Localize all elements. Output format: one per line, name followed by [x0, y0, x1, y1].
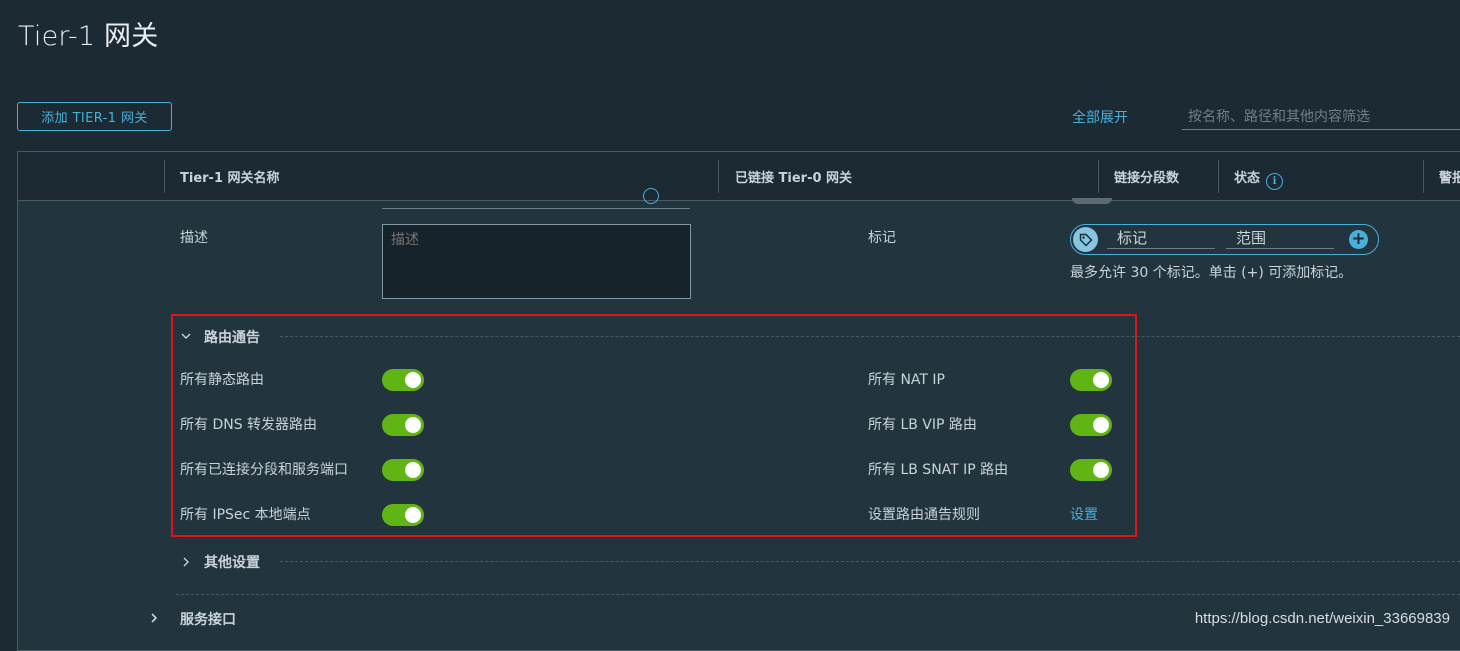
column-separator[interactable]: [164, 160, 165, 193]
route-adv-label: 所有 DNS 转发器路由: [180, 417, 318, 433]
column-header-name[interactable]: Tier-1 网关名称: [180, 167, 280, 186]
route-adv-label: 所有 IPSec 本地端点: [180, 507, 311, 523]
static-routes-toggle[interactable]: [382, 369, 424, 391]
route-adv-label: 所有静态路由: [180, 372, 264, 388]
description-label: 描述: [180, 230, 208, 246]
other-settings-title[interactable]: 其他设置: [204, 552, 260, 572]
filter-input[interactable]: [1182, 104, 1460, 130]
route-adv-rules-label: 设置路由通告规则: [868, 507, 980, 523]
route-advertisement-title[interactable]: 路由通告: [204, 327, 260, 347]
column-separator[interactable]: [1423, 160, 1424, 193]
route-adv-label: 所有 LB SNAT IP 路由: [868, 462, 1009, 478]
chevron-right-icon[interactable]: [181, 557, 191, 567]
scope-input[interactable]: [1226, 227, 1334, 249]
page-title: Tier-1 网关: [18, 21, 159, 52]
column-header-tier0[interactable]: 已链接 Tier-0 网关: [735, 167, 852, 186]
column-header-status[interactable]: 状态 i: [1234, 167, 1284, 190]
column-separator[interactable]: [718, 160, 719, 193]
route-adv-label: 所有 NAT IP: [868, 372, 945, 388]
info-icon[interactable]: i: [1266, 173, 1284, 190]
truncated-toggle[interactable]: [1072, 198, 1112, 204]
column-separator[interactable]: [1098, 160, 1099, 193]
column-separator[interactable]: [1218, 160, 1219, 193]
column-header-status-label: 状态: [1234, 171, 1261, 186]
service-interfaces-title[interactable]: 服务接口: [180, 609, 236, 629]
plus-circle-icon[interactable]: +: [1349, 230, 1368, 249]
ipsec-endpoints-toggle[interactable]: [382, 504, 424, 526]
chevron-right-icon[interactable]: [149, 613, 159, 623]
nat-ip-toggle[interactable]: [1070, 369, 1112, 391]
truncated-info-icon[interactable]: [643, 188, 659, 204]
tags-label: 标记: [868, 230, 896, 246]
truncated-input-field[interactable]: [382, 200, 690, 209]
section-divider: [176, 594, 1460, 595]
watermark: https://blog.csdn.net/weixin_33669839: [1194, 610, 1450, 627]
section-divider: [280, 336, 1460, 337]
connected-segments-toggle[interactable]: [382, 459, 424, 481]
column-header-segments[interactable]: 链接分段数: [1114, 167, 1179, 186]
column-header-alarms[interactable]: 警报: [1439, 167, 1460, 186]
dns-forwarder-routes-toggle[interactable]: [382, 414, 424, 436]
chevron-down-icon[interactable]: [181, 331, 191, 341]
route-adv-label: 所有 LB VIP 路由: [868, 417, 977, 433]
tag-input[interactable]: [1107, 227, 1215, 249]
lb-vip-routes-toggle[interactable]: [1070, 414, 1112, 436]
set-rules-link[interactable]: 设置: [1070, 504, 1098, 524]
tags-hint: 最多允许 30 个标记。单击 (+) 可添加标记。: [1070, 265, 1353, 281]
tag-icon: [1073, 227, 1098, 252]
description-textarea[interactable]: [382, 224, 691, 299]
add-tier1-gateway-button[interactable]: 添加 TIER-1 网关: [17, 102, 172, 131]
lb-snat-ip-toggle[interactable]: [1070, 459, 1112, 481]
expand-all-link[interactable]: 全部展开: [1072, 107, 1128, 127]
route-adv-label: 所有已连接分段和服务端口: [180, 462, 348, 478]
section-divider: [280, 561, 1460, 562]
